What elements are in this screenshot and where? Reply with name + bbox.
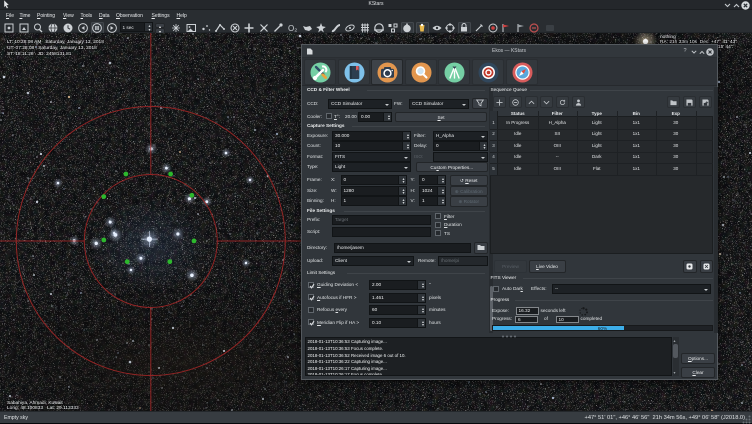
svg-text:O₂: O₂ xyxy=(288,24,297,33)
